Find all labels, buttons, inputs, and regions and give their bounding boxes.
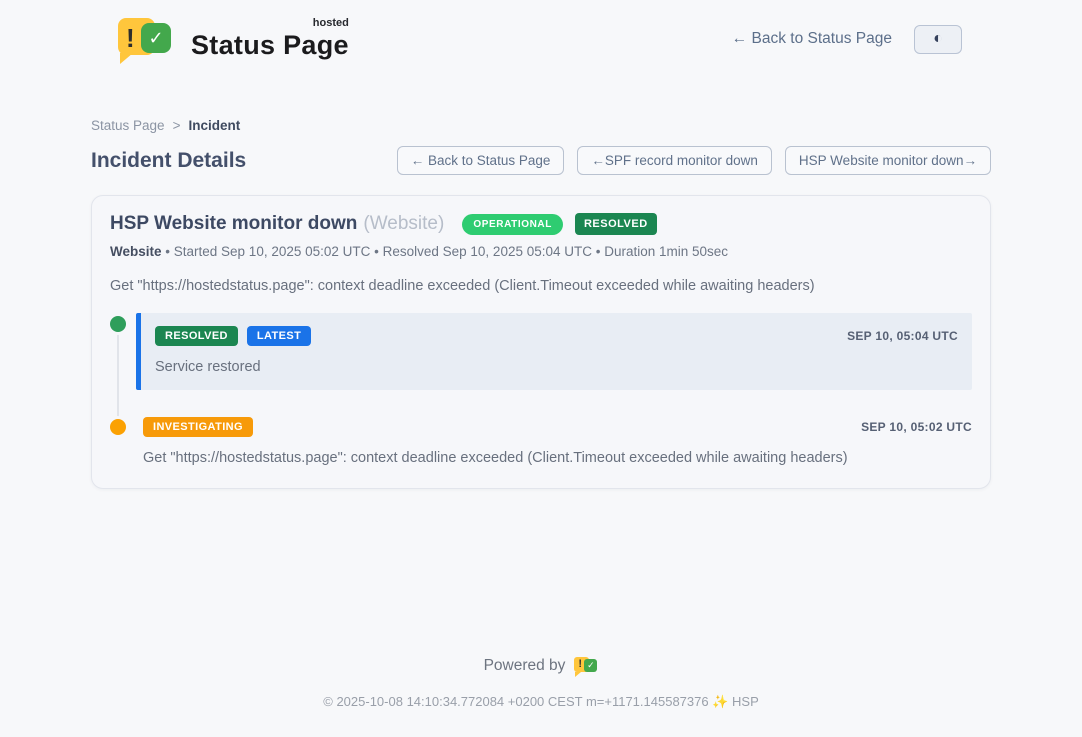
header-back-to-status-page-link[interactable]: ← Back to Status Page: [732, 30, 892, 48]
timeline-entry-investigating: INVESTIGATING SEP 10, 05:02 UTC Get "htt…: [110, 416, 972, 466]
footer: Powered by ! ✓ © 2025-10-08 14:10:34.772…: [0, 655, 1082, 737]
breadcrumb-current-incident: Incident: [188, 118, 240, 133]
logo-check-icon: ✓: [584, 659, 597, 672]
timeline-message: Service restored: [155, 359, 958, 375]
logo-exclamation-icon: !: [578, 658, 582, 670]
powered-by-label: Powered by: [484, 657, 566, 675]
timeline-entry-header: INVESTIGATING SEP 10, 05:02 UTC: [143, 417, 972, 437]
brand-wordmark: hosted Status Page: [191, 18, 349, 61]
latest-badge: LATEST: [247, 326, 311, 346]
next-incident-button[interactable]: HSP Website monitor down→: [785, 146, 991, 175]
brand-logo[interactable]: ! ✓ hosted Status Page: [118, 14, 349, 64]
header-actions: ← Back to Status Page ◐: [732, 25, 962, 54]
incident-description: Get "https://hostedstatus.page": context…: [110, 278, 972, 294]
incident-meta-details: • Started Sep 10, 2025 05:02 UTC • Resol…: [165, 244, 728, 259]
incident-timeline: RESOLVED LATEST SEP 10, 05:04 UTC Servic…: [110, 313, 972, 466]
footer-brand-icon: ! ✓: [574, 655, 598, 677]
timeline-message: Get "https://hostedstatus.page": context…: [143, 450, 972, 466]
incident-nav-buttons: ← Back to Status Page ←SPF record monito…: [397, 146, 991, 175]
main-content: Status Page > Incident Incident Details …: [91, 118, 991, 489]
brand-name: Status Page: [191, 30, 349, 60]
incident-title: HSP Website monitor down: [110, 213, 357, 235]
page-title: Incident Details: [91, 149, 246, 173]
incident-monitor-name: Website: [110, 244, 162, 259]
logo-exclamation-icon: !: [126, 23, 135, 54]
timeline-dot-investigating: [110, 419, 126, 435]
breadcrumb-separator: >: [173, 118, 181, 133]
title-row: Incident Details ← Back to Status Page ←…: [91, 146, 991, 175]
timeline-timestamp: SEP 10, 05:02 UTC: [861, 420, 972, 434]
resolved-badge: RESOLVED: [155, 326, 238, 346]
incident-title-row: HSP Website monitor down (Website) OPERA…: [110, 213, 972, 235]
brand-hosted-tag: hosted: [313, 17, 349, 29]
investigating-badge: INVESTIGATING: [143, 417, 253, 437]
logo-check-icon: ✓: [141, 23, 171, 53]
timeline-entry-header: RESOLVED LATEST SEP 10, 05:04 UTC: [155, 326, 958, 346]
breadcrumb-status-page-link[interactable]: Status Page: [91, 118, 165, 133]
theme-toggle-button[interactable]: ◐: [914, 25, 962, 54]
timeline-latest-update-box: RESOLVED LATEST SEP 10, 05:04 UTC Servic…: [136, 313, 972, 390]
incident-component: (Website): [363, 213, 444, 235]
timeline-entry-resolved: RESOLVED LATEST SEP 10, 05:04 UTC Servic…: [110, 313, 972, 390]
powered-by-link[interactable]: Powered by ! ✓: [0, 655, 1082, 677]
incident-card: HSP Website monitor down (Website) OPERA…: [91, 195, 991, 489]
timeline-entry-body: INVESTIGATING SEP 10, 05:02 UTC Get "htt…: [136, 416, 972, 466]
prev-incident-button[interactable]: ←SPF record monitor down: [577, 146, 772, 175]
timeline-timestamp: SEP 10, 05:04 UTC: [847, 329, 958, 343]
resolved-status-badge: RESOLVED: [575, 213, 657, 235]
back-to-status-page-button[interactable]: ← Back to Status Page: [397, 146, 565, 175]
half-circle-theme-icon: ◐: [933, 31, 943, 47]
breadcrumb: Status Page > Incident: [91, 118, 991, 133]
brand-logo-icon: ! ✓: [118, 14, 176, 64]
copyright-text: © 2025-10-08 14:10:34.772084 +0200 CEST …: [0, 694, 1082, 710]
timeline-dot-resolved: [110, 316, 126, 332]
operational-status-badge: OPERATIONAL: [462, 214, 563, 235]
incident-meta: Website • Started Sep 10, 2025 05:02 UTC…: [110, 244, 972, 259]
header: ! ✓ hosted Status Page ← Back to Status …: [0, 0, 1082, 64]
